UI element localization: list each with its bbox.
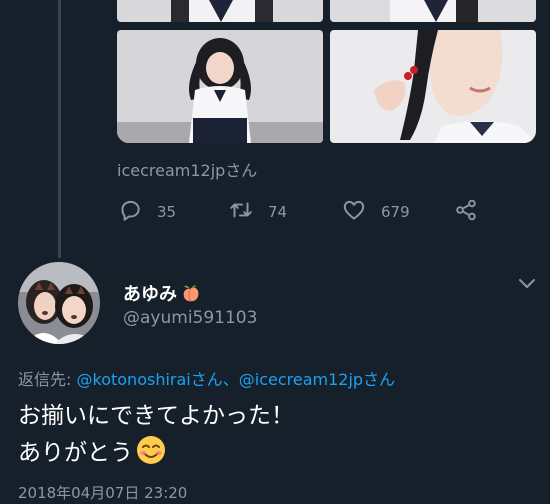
reply-label: 返信先: bbox=[18, 370, 72, 389]
thread-connector-line bbox=[58, 0, 61, 258]
mention-link[interactable]: @icecream12jpさん bbox=[239, 370, 395, 389]
tweet-photo-4[interactable] bbox=[330, 30, 536, 143]
tweet-text-line-2: ありがとう bbox=[18, 434, 294, 471]
user-handle[interactable]: @ayumi591103 bbox=[123, 308, 257, 328]
tweet-text-line: ありがとう bbox=[18, 440, 133, 466]
tweet-photo-1[interactable] bbox=[117, 0, 323, 22]
chevron-down-icon[interactable] bbox=[516, 276, 538, 292]
mention-link[interactable]: @kotonoshiraiさん bbox=[77, 370, 223, 389]
tweet-action-bar: 35 74 679 bbox=[117, 197, 517, 227]
like-count: 679 bbox=[381, 203, 410, 221]
tweet-text-line: お揃いにできてよかった！ bbox=[18, 403, 294, 429]
tweet-photo-2[interactable] bbox=[330, 0, 536, 22]
like-button[interactable]: 679 bbox=[341, 197, 410, 227]
share-icon bbox=[453, 197, 479, 227]
retweet-icon bbox=[228, 197, 254, 227]
tweet-photo-3[interactable] bbox=[117, 30, 323, 143]
retweet-count: 74 bbox=[268, 203, 288, 221]
smiling-face-emoji bbox=[137, 436, 165, 464]
reply-button[interactable]: 35 bbox=[117, 197, 176, 227]
mention-separator: 、 bbox=[222, 370, 239, 389]
display-name-container[interactable]: あゆみ bbox=[123, 280, 202, 306]
tweet-timestamp[interactable]: 2018年04月07日 23:20 bbox=[18, 482, 187, 503]
retweet-button[interactable]: 74 bbox=[228, 197, 287, 227]
reply-count: 35 bbox=[157, 203, 177, 221]
tweet-text: お揃いにできてよかった！ ありがとう bbox=[18, 398, 294, 471]
replying-to-line: 返信先: @kotonoshiraiさん、@icecream12jpさん bbox=[18, 366, 395, 390]
avatar[interactable] bbox=[18, 262, 100, 344]
peach-emoji bbox=[183, 285, 199, 302]
share-button[interactable] bbox=[453, 197, 479, 227]
reply-icon bbox=[117, 197, 143, 227]
quoted-author-label[interactable]: icecream12jpさん bbox=[117, 157, 257, 181]
heart-icon bbox=[341, 197, 367, 227]
display-name: あゆみ bbox=[123, 284, 177, 305]
